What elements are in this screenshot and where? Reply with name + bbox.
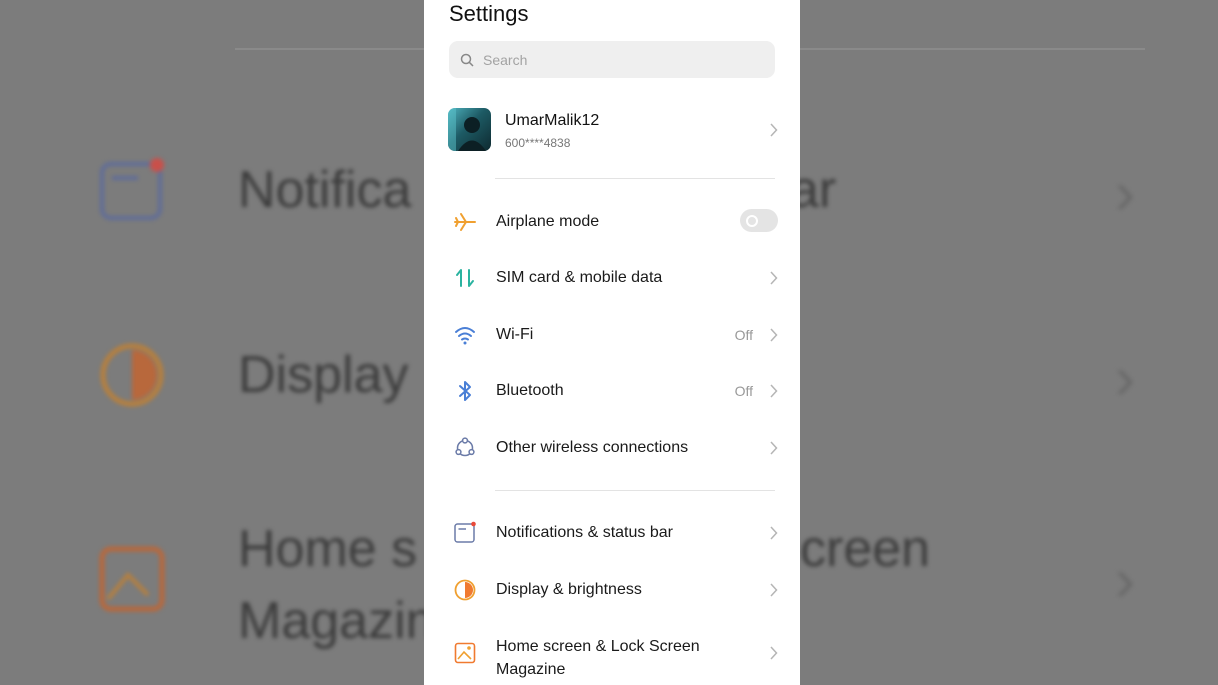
display-brightness-icon (454, 579, 476, 601)
wifi-icon (455, 327, 475, 345)
home-screen-icon (98, 545, 166, 613)
chevron-right-icon: › (1115, 546, 1135, 613)
bluetooth-status: Off (734, 383, 753, 399)
page-title: Settings (449, 1, 529, 26)
airplane-mode-label: Airplane mode (496, 213, 600, 230)
bluetooth-icon (459, 381, 471, 401)
other-wireless-row[interactable]: Other wireless connections (448, 423, 778, 473)
wifi-label: Wi-Fi (496, 326, 534, 343)
airplane-mode-toggle[interactable] (740, 209, 778, 232)
bluetooth-label: Bluetooth (496, 382, 564, 399)
divider (495, 178, 775, 179)
chevron-right-icon (770, 646, 778, 660)
sim-card-row[interactable]: SIM card & mobile data (448, 253, 778, 303)
wifi-status: Off (734, 327, 753, 343)
chevron-right-icon (770, 384, 778, 398)
chevron-right-icon (770, 526, 778, 540)
background-text: Home s (238, 520, 418, 578)
chevron-right-icon: › (1115, 344, 1135, 411)
other-wireless-label: Other wireless connections (496, 439, 689, 456)
bluetooth-row[interactable]: Bluetooth Off (448, 366, 778, 416)
chevron-right-icon: › (1115, 159, 1135, 226)
search-bar[interactable] (449, 41, 775, 78)
background-text: Notifica (238, 161, 412, 219)
background-text: creen (800, 520, 931, 578)
chevron-right-icon (770, 123, 778, 137)
sim-data-icon (456, 269, 474, 287)
account-row[interactable]: UmarMalik12 600****4838 (448, 108, 778, 152)
search-input[interactable] (481, 50, 755, 69)
divider (495, 490, 775, 491)
home-screen-label: Home screen & Lock Screen Magazine (496, 638, 700, 678)
airplane-mode-row[interactable]: Airplane mode (448, 197, 778, 247)
search-icon (460, 53, 474, 67)
chevron-right-icon (770, 328, 778, 342)
account-name: UmarMalik12 (505, 112, 600, 129)
notifications-row[interactable]: Notifications & status bar (448, 508, 778, 558)
settings-panel: Settings UmarMalik12 600****4838 Airplan… (424, 0, 800, 685)
notifications-label: Notifications & status bar (496, 524, 673, 541)
chevron-right-icon (770, 441, 778, 455)
sim-card-label: SIM card & mobile data (496, 269, 663, 286)
wireless-connections-icon (455, 437, 475, 457)
account-number: 600****4838 (505, 136, 571, 150)
home-screen-row[interactable]: Home screen & Lock Screen Magazine (448, 628, 778, 678)
background-text: Magazin (238, 592, 435, 650)
notifications-icon (98, 156, 166, 224)
avatar (448, 108, 491, 151)
background-text: Display (238, 346, 409, 404)
display-brightness-label: Display & brightness (496, 581, 642, 598)
airplane-icon (454, 213, 476, 231)
display-brightness-icon (98, 341, 166, 409)
chevron-right-icon (770, 583, 778, 597)
display-brightness-row[interactable]: Display & brightness (448, 565, 778, 615)
chevron-right-icon (770, 271, 778, 285)
toggle-knob (746, 215, 758, 227)
home-screen-icon (454, 642, 476, 664)
notifications-icon (454, 521, 476, 543)
wifi-row[interactable]: Wi-Fi Off (448, 310, 778, 360)
